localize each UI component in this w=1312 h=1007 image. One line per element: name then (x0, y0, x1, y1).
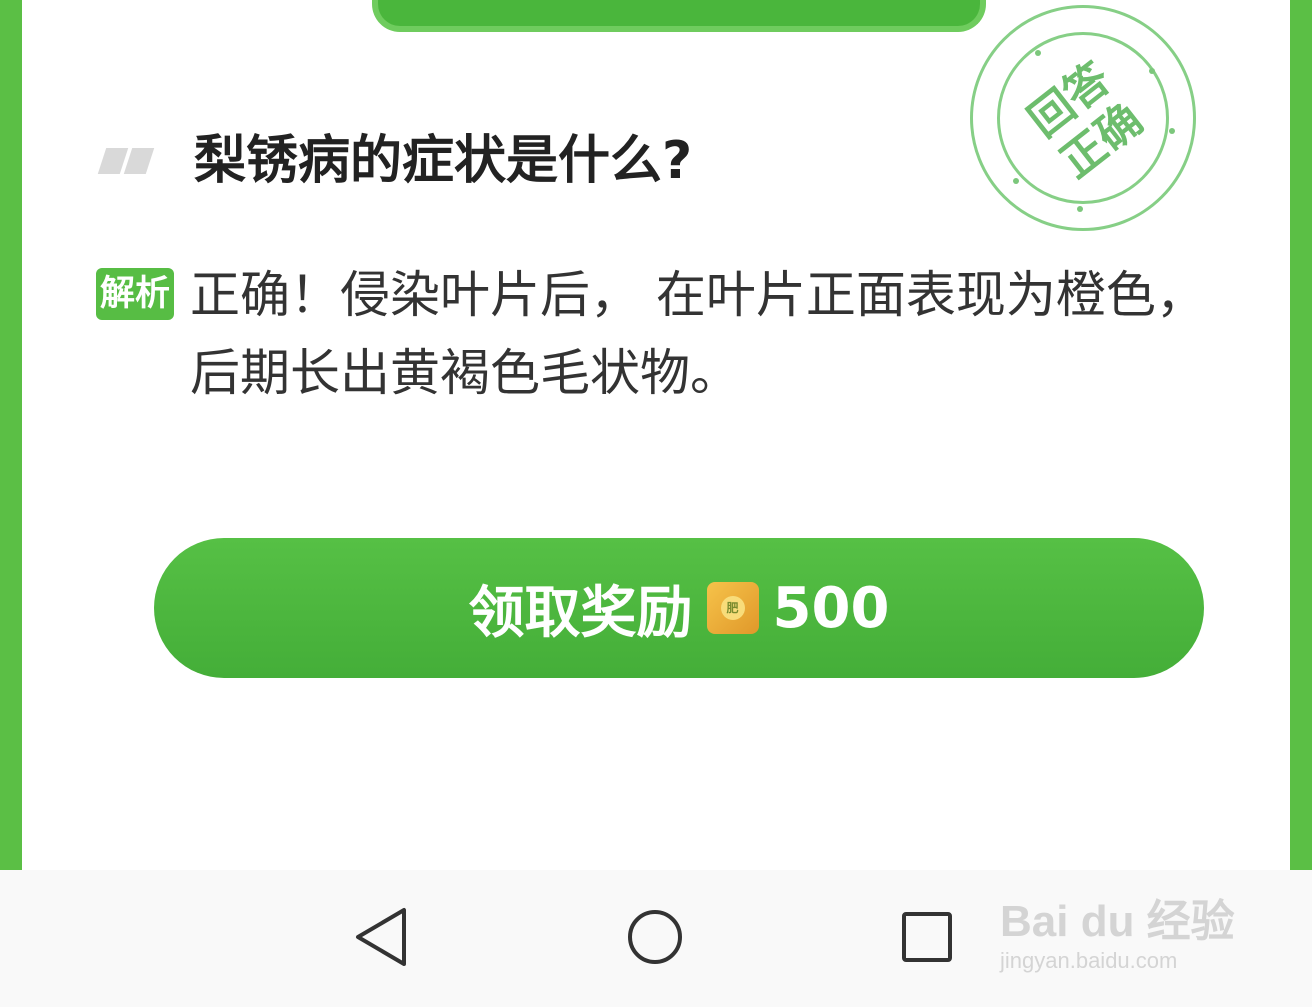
baidu-watermark: Bai du 经验 jingyan.baidu.com (1000, 898, 1240, 998)
claim-reward-label: 领取奖励 (468, 580, 693, 646)
reward-amount: 500 (772, 575, 890, 641)
claim-reward-button[interactable]: 领取奖励 肥 500 (154, 538, 1204, 678)
question-title: 梨锈病的症状是什么? (194, 131, 693, 191)
analysis-badge: 解析 (96, 268, 174, 320)
back-triangle-icon[interactable] (354, 906, 408, 968)
recent-square-icon[interactable] (902, 912, 952, 962)
fertilizer-bag-icon: 肥 (706, 582, 759, 634)
watermark-url: jingyan.baidu.com (1000, 948, 1178, 973)
top-tab (372, 0, 986, 32)
correct-answer-stamp: 回答 正确 (970, 5, 1196, 231)
analysis-text: 正确！侵染叶片后， 在叶片正面表现为橙色，后期长出黄褐色毛状物。 (190, 266, 1206, 402)
quiz-card: 回答 正确 梨锈病的症状是什么? 解析 正确！侵染叶片后， 在叶片正面表现为橙色… (22, 0, 1290, 870)
watermark-brand: Bai du 经验 (1000, 897, 1235, 946)
system-nav-bar: Bai du 经验 jingyan.baidu.com (0, 870, 1312, 1007)
home-circle-icon[interactable] (628, 910, 682, 964)
question-mark-icon (97, 148, 155, 174)
